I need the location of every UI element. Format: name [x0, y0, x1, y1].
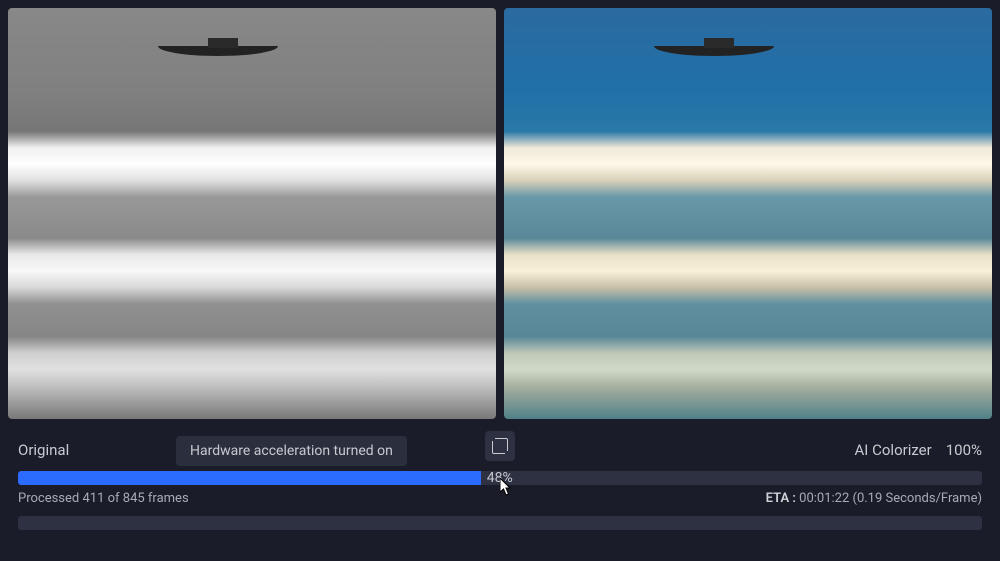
- tooltip-text: Hardware acceleration turned on: [190, 443, 393, 459]
- status-row: Processed 411 of 845 frames ETA : 00:01:…: [18, 491, 982, 506]
- preview-container: [0, 0, 1000, 419]
- fullscreen-compare-icon: [492, 438, 508, 454]
- boat-silhouette: [654, 34, 774, 56]
- hw-accel-tooltip: Hardware acceleration turned on: [176, 436, 407, 466]
- boat-silhouette: [158, 34, 278, 56]
- eta-text: ETA : 00:01:22 (0.19 Seconds/Frame): [766, 491, 982, 506]
- labels-row: Original Hardware acceleration turned on…: [0, 419, 1000, 471]
- progress-section: 48% Processed 411 of 845 frames ETA : 00…: [0, 471, 1000, 530]
- compare-button[interactable]: [485, 431, 515, 461]
- original-label: Original: [18, 441, 69, 459]
- processed-label-group: AI Colorizer 100%: [855, 441, 982, 459]
- frames-processed-text: Processed 411 of 845 frames: [18, 491, 189, 506]
- zoom-level[interactable]: 100%: [946, 441, 982, 459]
- secondary-progress-bar[interactable]: [18, 516, 982, 530]
- progress-bar[interactable]: 48%: [18, 471, 982, 485]
- processed-preview[interactable]: [504, 8, 992, 419]
- eta-prefix: ETA :: [766, 491, 800, 506]
- processed-label: AI Colorizer: [855, 441, 932, 459]
- progress-percent-label: 48%: [487, 470, 513, 486]
- original-preview[interactable]: [8, 8, 496, 419]
- progress-fill: [18, 471, 481, 485]
- eta-value: 00:01:22 (0.19 Seconds/Frame): [799, 491, 982, 506]
